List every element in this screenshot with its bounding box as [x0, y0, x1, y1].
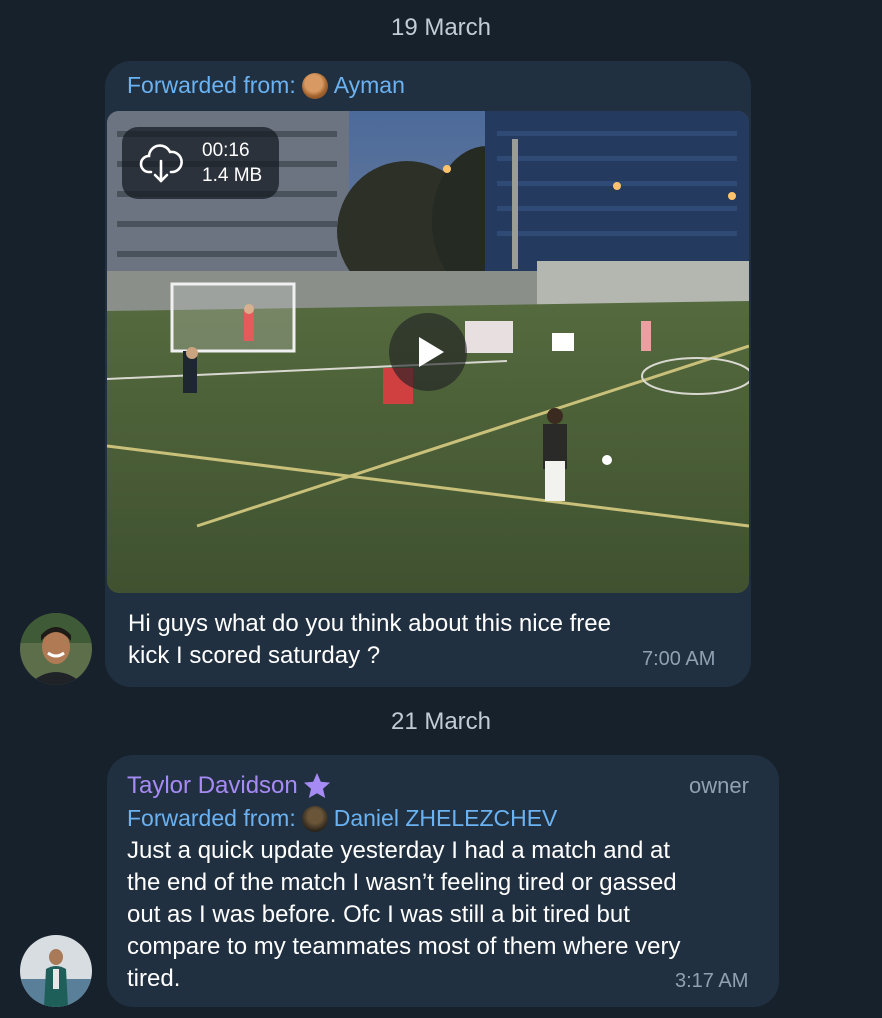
- video-thumbnail[interactable]: 00:16 1.4 MB: [107, 111, 749, 593]
- play-button[interactable]: [389, 313, 467, 391]
- avatar[interactable]: [20, 613, 92, 685]
- date-separator: 19 March: [390, 14, 492, 41]
- forwarded-header[interactable]: Forwarded from: Daniel ZHELEZCHEV: [127, 805, 557, 832]
- forwarded-label: Forwarded from:: [127, 805, 296, 831]
- message-time: 7:00 AM: [642, 648, 716, 670]
- forwarded-name[interactable]: Ayman: [334, 72, 405, 99]
- forwarded-avatar: [301, 805, 328, 832]
- cloud-download-icon: [138, 141, 184, 187]
- message-text: Just a quick update yesterday I had a ma…: [127, 835, 681, 995]
- message-line: tired.: [127, 965, 181, 992]
- message-line: the end of the match I wasn’t feeling ti…: [127, 869, 677, 896]
- message-line: Hi guys what do you think about this nic…: [128, 610, 611, 637]
- video-size: 1.4 MB: [202, 165, 263, 186]
- star-icon: [303, 773, 330, 798]
- sender-name[interactable]: Taylor Davidson: [127, 771, 332, 801]
- forwarded-label: Forwarded from:: [127, 72, 296, 98]
- user-avatar-image: [20, 613, 92, 685]
- forwarded-avatar: [301, 72, 328, 99]
- forwarded-header[interactable]: Forwarded from: Ayman: [127, 72, 405, 99]
- forwarded-name[interactable]: Daniel ZHELEZCHEV: [334, 805, 558, 832]
- video-duration: 00:16: [202, 140, 250, 161]
- message-text: Hi guys what do you think about this nic…: [128, 608, 611, 672]
- message-time: 3:17 AM: [675, 970, 749, 992]
- date-separator: 21 March: [390, 708, 492, 735]
- message-line: compare to my teammates most of them whe…: [127, 933, 681, 960]
- message-line: out as I was before. Ofc I was still a b…: [127, 901, 630, 928]
- message-line: kick I scored saturday ?: [128, 642, 381, 669]
- play-icon: [419, 337, 444, 367]
- message-line: Just a quick update yesterday I had a ma…: [127, 837, 670, 864]
- role-badge: owner: [689, 773, 749, 798]
- download-button[interactable]: 00:16 1.4 MB: [122, 127, 279, 199]
- avatar[interactable]: [20, 935, 92, 1007]
- sender-name-text: Taylor Davidson: [127, 772, 298, 799]
- user-avatar-image: [20, 935, 92, 1007]
